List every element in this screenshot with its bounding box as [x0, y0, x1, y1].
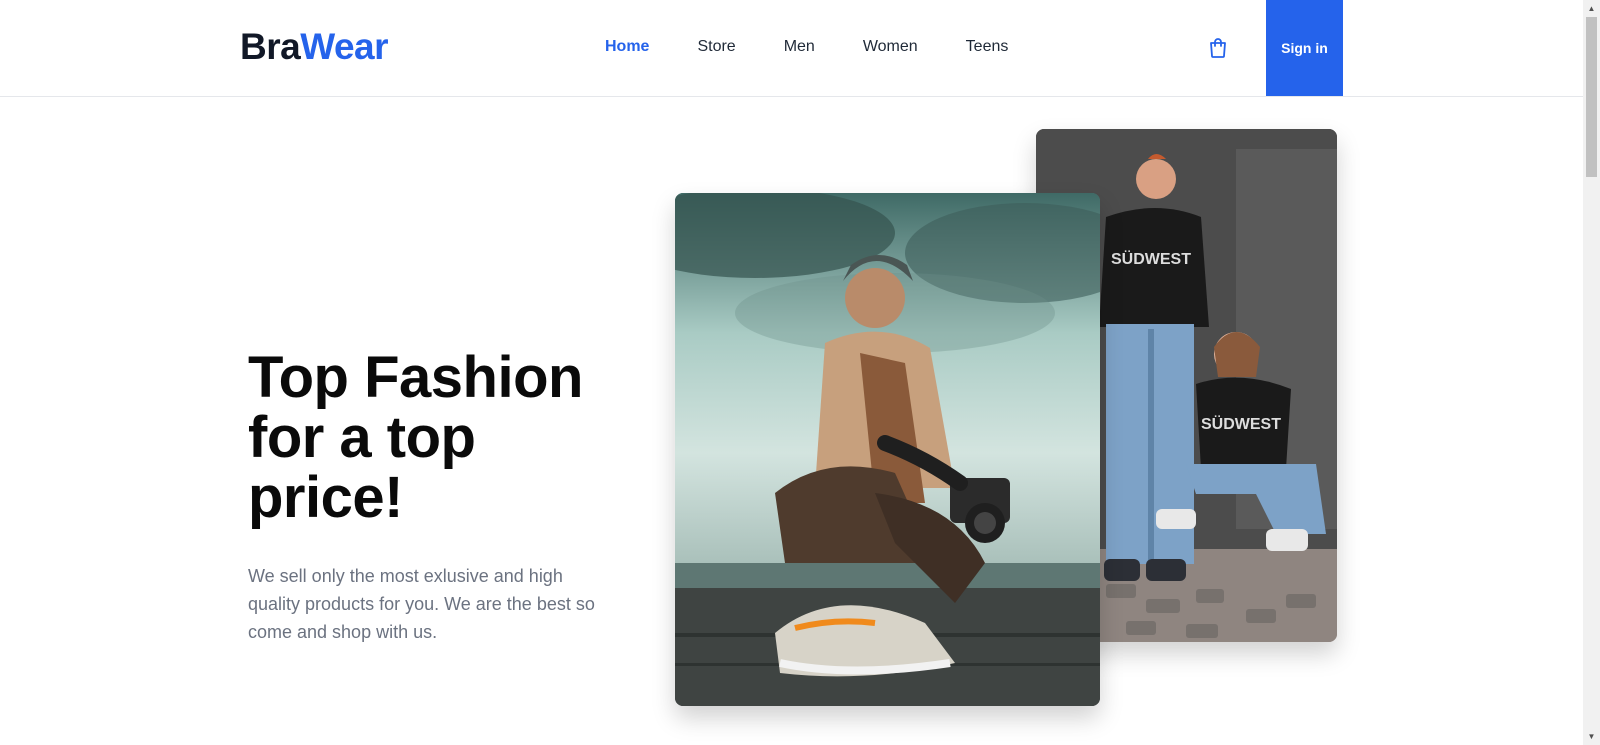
- nav-item-store[interactable]: Store: [697, 38, 735, 56]
- shopping-bag-icon[interactable]: [1206, 36, 1230, 60]
- page-scrollbar[interactable]: ▲ ▼: [1583, 0, 1600, 745]
- brand-name-part1: Bra: [240, 26, 301, 67]
- hero-description: We sell only the most exlusive and high …: [248, 566, 595, 642]
- hero-title: Top Fashion for a top price!: [248, 345, 583, 530]
- main-nav: Home Store Men Women Teens: [605, 38, 1056, 56]
- sign-in-button[interactable]: Sign in: [1266, 0, 1343, 96]
- svg-text:SÜDWEST: SÜDWEST: [1201, 414, 1281, 433]
- nav-item-teens[interactable]: Teens: [966, 38, 1009, 56]
- svg-text:SÜDWEST: SÜDWEST: [1111, 249, 1191, 268]
- scroll-up-icon[interactable]: ▲: [1583, 0, 1600, 17]
- brand-name-part2: Wear: [300, 26, 389, 67]
- brand-logo[interactable]: BraWear: [240, 26, 389, 68]
- scroll-down-icon[interactable]: ▼: [1583, 728, 1600, 745]
- nav-item-women[interactable]: Women: [863, 38, 918, 56]
- hero-image-photographer: [675, 193, 1100, 706]
- site-header: BraWear Home Store Men Women Teens Sign …: [0, 0, 1583, 97]
- nav-item-men[interactable]: Men: [784, 38, 815, 56]
- nav-item-home[interactable]: Home: [605, 38, 649, 56]
- scroll-thumb[interactable]: [1586, 17, 1597, 177]
